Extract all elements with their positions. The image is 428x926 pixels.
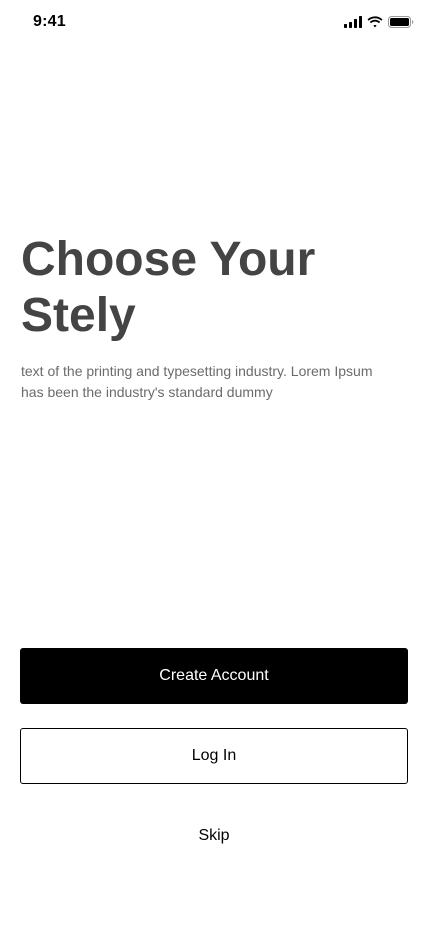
log-in-button[interactable]: Log In <box>20 728 408 784</box>
title-line-1: Choose Your <box>21 233 316 286</box>
title-line-2: Stely <box>21 289 136 342</box>
status-time: 9:41 <box>33 13 66 30</box>
status-bar: 9:41 <box>0 0 428 44</box>
status-icons <box>344 15 414 29</box>
onboarding-screen: 9:41 Choose Your Stely text of the print… <box>0 0 428 926</box>
description-text: text of the printing and typesetting ind… <box>21 363 373 400</box>
cellular-signal-icon <box>344 16 362 28</box>
wifi-icon <box>367 16 383 28</box>
page-title: Choose Your Stely <box>21 232 411 344</box>
battery-icon <box>388 16 414 28</box>
create-account-button[interactable]: Create Account <box>20 648 408 704</box>
skip-button[interactable]: Skip <box>174 818 254 854</box>
